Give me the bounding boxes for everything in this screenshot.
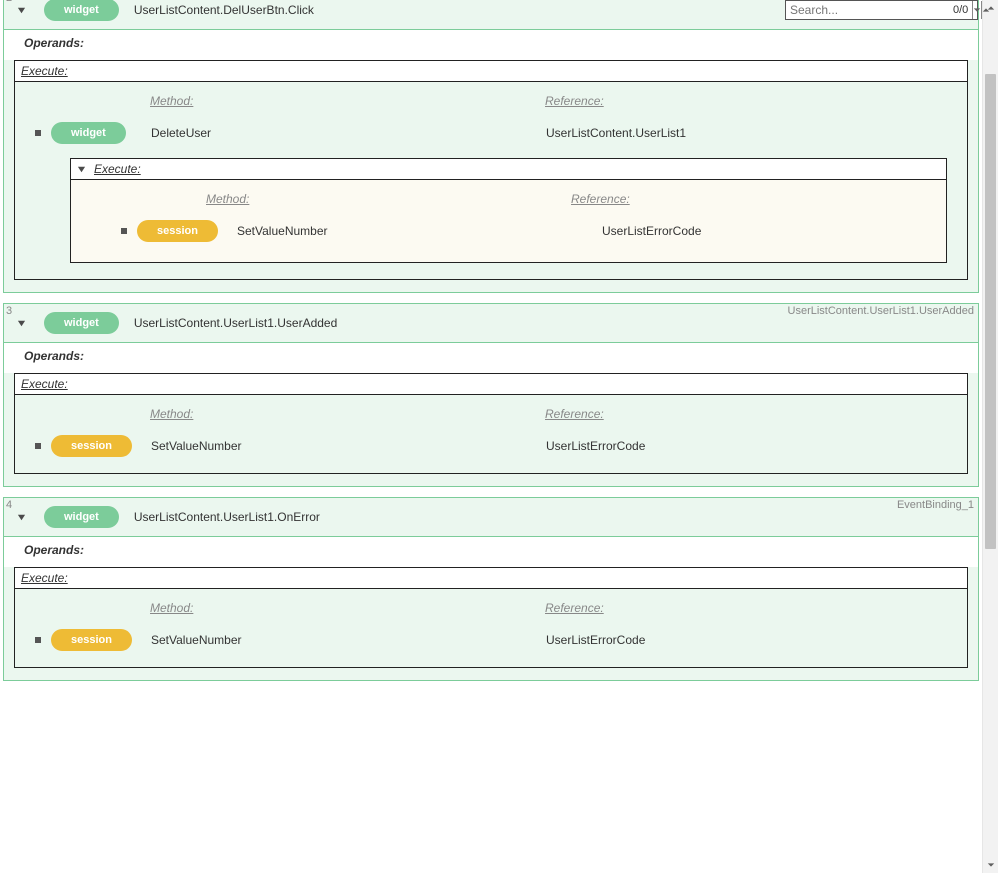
caret-down-icon (17, 513, 26, 522)
expand-toggle[interactable] (16, 5, 26, 15)
method-header: Method: (150, 601, 193, 615)
bullet-icon (35, 130, 41, 136)
bullet-icon (35, 443, 41, 449)
block-right-label: UserListContent.UserList1.UserAdded (788, 305, 974, 317)
chevron-down-icon (973, 6, 981, 14)
block-header[interactable]: widget UserListContent.UserList1.OnError (4, 498, 978, 536)
bullet-icon (35, 637, 41, 643)
search-next-button[interactable] (972, 1, 981, 19)
event-block: 2 widget UserListContent.DelUserBtn.Clic… (3, 0, 979, 293)
reference-header: Reference: (571, 192, 630, 206)
chevron-up-icon (982, 6, 990, 14)
caret-down-icon (17, 319, 26, 328)
block-title: UserListContent.UserList1.UserAdded (134, 316, 337, 330)
column-headers: Method: Reference: (35, 407, 947, 421)
expand-toggle[interactable] (16, 512, 26, 522)
block-title: UserListContent.UserList1.OnError (134, 510, 320, 524)
nested-execute-header[interactable]: Execute: (71, 159, 946, 179)
search-bar[interactable]: 0/0 (785, 0, 978, 20)
search-prev-button[interactable] (981, 1, 990, 19)
block-title: UserListContent.DelUserBtn.Click (134, 3, 314, 17)
widget-pill: widget (44, 0, 119, 21)
nested-execute-box: Execute: Method: Reference: session (70, 158, 947, 263)
row-method: DeleteUser (151, 126, 546, 140)
event-block: 4 EventBinding_1 widget UserListContent.… (3, 497, 979, 681)
execute-label: Execute: (15, 374, 967, 394)
block-index: 3 (6, 305, 12, 317)
widget-pill: widget (51, 122, 126, 144)
execute-label: Execute: (94, 162, 141, 176)
column-headers: Method: Reference: (121, 192, 926, 206)
action-row[interactable]: session SetValueNumber UserListErrorCode (121, 220, 926, 242)
caret-down-icon (77, 165, 86, 174)
session-pill: session (137, 220, 218, 242)
block-right-label: EventBinding_1 (897, 499, 974, 511)
caret-down-icon (17, 6, 26, 15)
column-headers: Method: Reference: (35, 601, 947, 615)
search-input[interactable] (786, 1, 949, 19)
method-header: Method: (206, 192, 249, 206)
scroll-down-button[interactable] (983, 857, 998, 873)
block-index: 2 (6, 0, 12, 4)
action-row[interactable]: session SetValueNumber UserListErrorCode (35, 435, 947, 457)
scroll-thumb[interactable] (985, 74, 996, 549)
action-row[interactable]: widget DeleteUser UserListContent.UserLi… (35, 122, 947, 144)
reference-header: Reference: (545, 94, 604, 108)
vertical-scrollbar[interactable] (982, 0, 998, 873)
operands-label: Operands: (4, 342, 978, 373)
row-reference: UserListErrorCode (546, 633, 947, 647)
execute-body: Method: Reference: session SetValueNumbe… (15, 588, 967, 667)
execute-box: Execute: Method: Reference: session SetV… (14, 567, 968, 668)
action-row[interactable]: session SetValueNumber UserListErrorCode (35, 629, 947, 651)
session-pill: session (51, 435, 132, 457)
execute-box: Execute: Method: Reference: session SetV… (14, 373, 968, 474)
triangle-down-icon (987, 861, 995, 869)
execute-body: Method: Reference: session SetValueNumbe… (15, 394, 967, 473)
reference-header: Reference: (545, 407, 604, 421)
scroll-track[interactable] (983, 16, 998, 857)
block-index: 4 (6, 499, 12, 511)
content-area: 2 widget UserListContent.DelUserBtn.Clic… (0, 0, 982, 873)
expand-toggle[interactable] (16, 318, 26, 328)
bullet-icon (121, 228, 127, 234)
execute-label: Execute: (15, 568, 967, 588)
operands-label: Operands: (4, 536, 978, 567)
execute-body: Method: Reference: widget DeleteUser Use… (15, 81, 967, 279)
row-method: SetValueNumber (151, 633, 546, 647)
column-headers: Method: Reference: (35, 94, 947, 108)
row-reference: UserListErrorCode (602, 224, 926, 238)
method-header: Method: (150, 407, 193, 421)
row-reference: UserListContent.UserList1 (546, 126, 947, 140)
row-method: SetValueNumber (151, 439, 546, 453)
event-block: 3 UserListContent.UserList1.UserAdded wi… (3, 303, 979, 487)
widget-pill: widget (44, 506, 119, 528)
operands-label: Operands: (4, 29, 978, 60)
search-count: 0/0 (949, 1, 972, 19)
execute-box: Execute: Method: Reference: widget Delet… (14, 60, 968, 280)
reference-header: Reference: (545, 601, 604, 615)
session-pill: session (51, 629, 132, 651)
row-reference: UserListErrorCode (546, 439, 947, 453)
row-method: SetValueNumber (237, 224, 602, 238)
widget-pill: widget (44, 312, 119, 334)
method-header: Method: (150, 94, 193, 108)
execute-label: Execute: (15, 61, 967, 81)
nested-execute-body: Method: Reference: session SetValueNumbe… (71, 179, 946, 262)
